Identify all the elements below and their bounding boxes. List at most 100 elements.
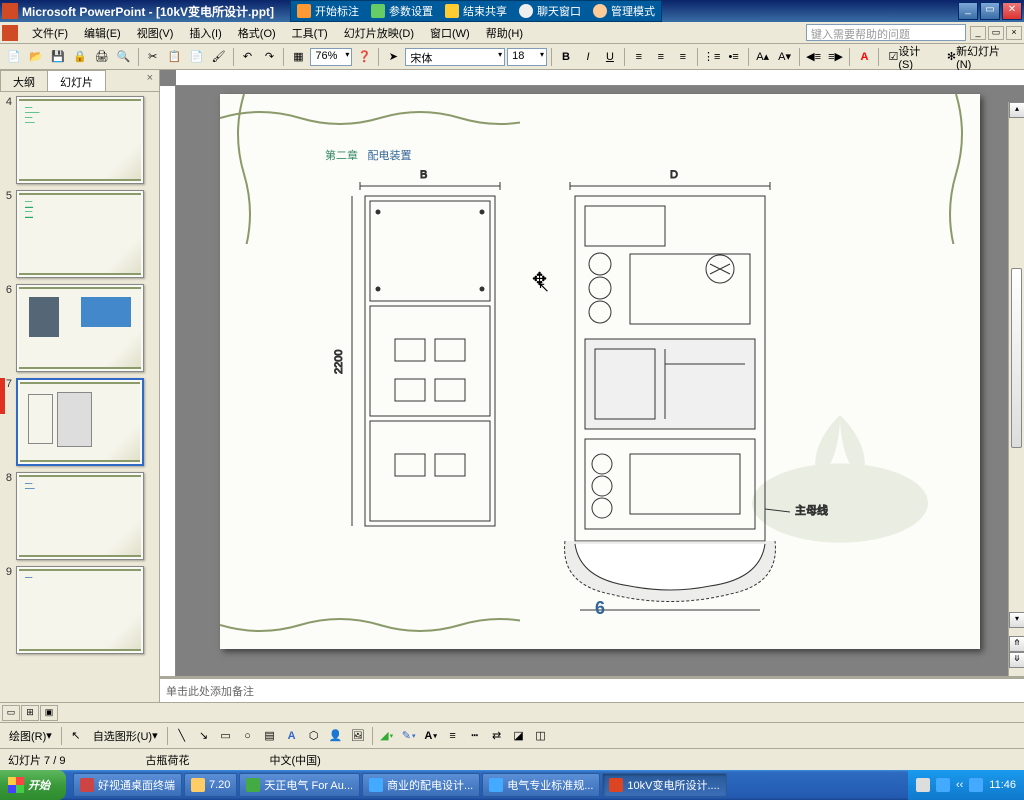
outline-close-button[interactable]: × (141, 70, 159, 91)
dash-style-button[interactable]: ┅ (465, 726, 485, 746)
preview-button[interactable]: 🔍 (114, 47, 134, 67)
thumbnail-6[interactable]: 6 (4, 284, 155, 372)
arrow-style-button[interactable]: ⇄ (487, 726, 507, 746)
system-tray[interactable]: ‹‹ 11:46 (908, 770, 1024, 800)
thumbnail-9[interactable]: 9━━━ (4, 566, 155, 654)
help-search-input[interactable]: 键入需要帮助的问题 (806, 24, 966, 41)
line-style-button[interactable]: ≡ (443, 726, 463, 746)
scroll-down-button[interactable]: ▾ (1009, 612, 1024, 628)
thumbnail-5[interactable]: 5━━━▬▬━━━▬▬ (4, 190, 155, 278)
font-size-combo[interactable]: 18 (507, 48, 547, 66)
share-end[interactable]: 结束共享 (445, 3, 507, 19)
close-button[interactable]: ✕ (1002, 2, 1022, 20)
vertical-ruler[interactable] (160, 86, 176, 676)
fill-color-button[interactable]: ◢▾ (377, 726, 397, 746)
align-right-button[interactable]: ≡ (673, 47, 693, 67)
format-painter-button[interactable]: 🖌 (209, 47, 229, 67)
thumbnail-8[interactable]: 8━━━━━━━ (4, 472, 155, 560)
doc-close[interactable]: × (1006, 26, 1022, 40)
menu-help[interactable]: 帮助(H) (478, 23, 531, 43)
horizontal-ruler[interactable] (176, 70, 1024, 86)
tray-icon-1[interactable] (916, 778, 930, 792)
vertical-scrollbar[interactable]: ▴ ▾ ⤊ ⤋ (1008, 102, 1024, 676)
task-tianzheng[interactable]: 天正电气 For Au... (239, 773, 360, 797)
electrical-diagram[interactable]: B 2200 (300, 164, 900, 614)
arrow-button[interactable]: ➤ (383, 47, 403, 67)
share-manage[interactable]: 管理模式 (593, 3, 655, 19)
minimize-button[interactable]: _ (958, 2, 978, 20)
underline-button[interactable]: U (600, 47, 620, 67)
menu-insert[interactable]: 插入(I) (181, 23, 229, 43)
select-button[interactable]: ↖ (66, 726, 86, 746)
font-name-combo[interactable]: 宋体 (405, 48, 505, 66)
scroll-up-button[interactable]: ▴ (1009, 102, 1024, 118)
oval-button[interactable]: ○ (238, 726, 258, 746)
start-button[interactable]: 开始 (0, 770, 66, 800)
next-slide-button[interactable]: ⤋ (1009, 652, 1024, 668)
share-start-annotate[interactable]: 开始标注 (297, 3, 359, 19)
menu-file[interactable]: 文件(F) (24, 23, 76, 43)
new-slide-button[interactable]: ✻ 新幻灯片(N) (942, 47, 1020, 67)
draw-menu[interactable]: 绘图(R) ▾ (4, 726, 57, 746)
align-center-button[interactable]: ≡ (651, 47, 671, 67)
task-doc2[interactable]: 电气专业标准规... (482, 773, 600, 797)
align-left-button[interactable]: ≡ (629, 47, 649, 67)
line-button[interactable]: ╲ (172, 726, 192, 746)
share-settings[interactable]: 参数设置 (371, 3, 433, 19)
prev-slide-button[interactable]: ⤊ (1009, 636, 1024, 652)
increase-indent-button[interactable]: ≡▶ (826, 47, 846, 67)
bullets-button[interactable]: •≡ (724, 47, 744, 67)
normal-view-button[interactable]: ▭ (2, 705, 20, 721)
clipart-button[interactable]: 👤 (326, 726, 346, 746)
menu-edit[interactable]: 编辑(E) (76, 23, 129, 43)
maximize-button[interactable]: ▭ (980, 2, 1000, 20)
shadow-button[interactable]: ◪ (509, 726, 529, 746)
undo-button[interactable]: ↶ (238, 47, 258, 67)
print-button[interactable]: 🖨 (92, 47, 112, 67)
help-button[interactable]: ❓ (354, 47, 374, 67)
increase-font-button[interactable]: A▴ (753, 47, 773, 67)
cut-button[interactable]: ✂ (143, 47, 163, 67)
doc-minimize[interactable]: _ (970, 26, 986, 40)
decrease-font-button[interactable]: A▾ (775, 47, 795, 67)
3d-button[interactable]: ◫ (531, 726, 551, 746)
menu-slideshow[interactable]: 幻灯片放映(D) (336, 23, 422, 43)
permission-button[interactable]: 🔒 (70, 47, 90, 67)
thumbnail-list[interactable]: 4━━━━━━━━━━━━━━━━ 5━━━▬▬━━━▬▬ 6 7 8━━━━━… (0, 92, 159, 702)
table-button[interactable]: ▦ (288, 47, 308, 67)
menu-view[interactable]: 视图(V) (129, 23, 182, 43)
slide-viewport[interactable]: 第二章 配电装置 B (176, 86, 1024, 676)
tray-icon-2[interactable] (936, 778, 950, 792)
menu-tools[interactable]: 工具(T) (284, 23, 336, 43)
menu-format[interactable]: 格式(O) (230, 23, 284, 43)
scroll-thumb[interactable] (1011, 268, 1022, 448)
doc-restore[interactable]: ▭ (988, 26, 1004, 40)
tray-icon-3[interactable] (969, 778, 983, 792)
clock[interactable]: 11:46 (989, 779, 1016, 791)
diagram-button[interactable]: ⬡ (304, 726, 324, 746)
tab-outline[interactable]: 大纲 (0, 70, 48, 91)
menu-window[interactable]: 窗口(W) (422, 23, 478, 43)
task-screen-share[interactable]: 好视通桌面终端 (73, 773, 182, 797)
sorter-view-button[interactable]: ⊞ (21, 705, 39, 721)
font-color-draw-button[interactable]: A▾ (421, 726, 441, 746)
new-button[interactable]: 📄 (4, 47, 24, 67)
design-button[interactable]: ☑ 设计(S) (883, 47, 939, 67)
task-folder[interactable]: 7.20 (184, 773, 237, 797)
tray-expand-icon[interactable]: ‹‹ (956, 779, 963, 791)
textbox-button[interactable]: ▤ (260, 726, 280, 746)
numbering-button[interactable]: ⋮≡ (702, 47, 722, 67)
tab-slides[interactable]: 幻灯片 (47, 70, 106, 91)
picture-button[interactable]: 🖼 (348, 726, 368, 746)
arrow-shape-button[interactable]: ↘ (194, 726, 214, 746)
slide-canvas[interactable]: 第二章 配电装置 B (220, 94, 980, 649)
task-doc1[interactable]: 商业的配电设计... (362, 773, 480, 797)
redo-button[interactable]: ↷ (259, 47, 279, 67)
autoshapes-menu[interactable]: 自选图形(U) ▾ (88, 726, 163, 746)
share-chat[interactable]: 聊天窗口 (519, 3, 581, 19)
task-powerpoint[interactable]: 10kV变电所设计.... (602, 773, 726, 797)
chapter-title[interactable]: 第二章 配电装置 (325, 139, 412, 165)
copy-button[interactable]: 📋 (165, 47, 185, 67)
thumbnail-4[interactable]: 4━━━━━━━━━━━━━━━━ (4, 96, 155, 184)
slideshow-button[interactable]: ▣ (40, 705, 58, 721)
